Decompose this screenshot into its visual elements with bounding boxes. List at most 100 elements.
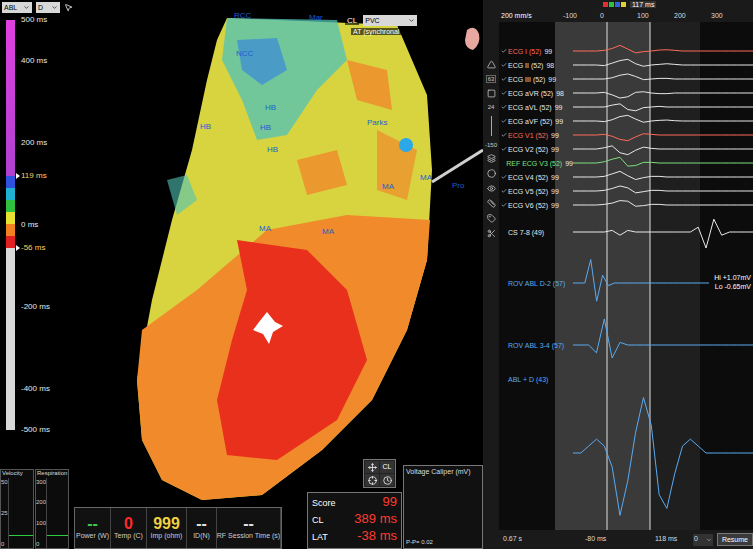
- square-icon[interactable]: [487, 89, 496, 98]
- map-label: HB: [260, 124, 271, 132]
- map-caption: CLPVC: [345, 15, 417, 26]
- scissors-icon[interactable]: [487, 229, 496, 238]
- check-icon[interactable]: [501, 202, 507, 208]
- check-icon[interactable]: [501, 132, 507, 138]
- scale-tick: -200 ms: [16, 302, 50, 312]
- traces-pane: 117 ms200 mm/s-1000100200300ECG I (52)99…: [499, 0, 753, 549]
- waveform: [573, 114, 753, 128]
- eye-icon[interactable]: [487, 184, 496, 193]
- waveform: [573, 198, 753, 212]
- view-button[interactable]: [365, 461, 379, 473]
- waveform: [573, 72, 753, 86]
- traces-footer: 0.67 s-80 ms118 ms0Resume: [499, 530, 753, 549]
- time-tick: 200: [674, 12, 711, 19]
- clock-icon: [383, 476, 392, 485]
- score-box: Score99CL389 msLAT-38 ms: [307, 492, 402, 549]
- score-row: CL389 ms: [312, 512, 397, 529]
- map-subtitle: AT (synchronal: [351, 28, 401, 35]
- ruler-icon[interactable]: [487, 199, 496, 208]
- map-label: RCC: [234, 12, 251, 20]
- score-row: Score99: [312, 495, 397, 512]
- map-label: Parks: [367, 119, 387, 127]
- chevron-icon: [23, 4, 30, 11]
- app: ABLD500 ms400 ms200 ms119 ms0 ms-56 ms-2…: [0, 0, 753, 549]
- triangle-icon[interactable]: [487, 60, 496, 69]
- check-icon[interactable]: [501, 118, 507, 124]
- marker-icon: [16, 245, 20, 251]
- trace-row: ROV ABL D-2 (57)Hi +1.07mVLo -0.65mV: [499, 252, 753, 314]
- trace-row: ECG V4 (52)99: [499, 170, 753, 184]
- chevron-icon: [706, 537, 712, 543]
- trace-row: CS 7-8 (49): [499, 212, 753, 252]
- trace-row: ECG III (52)99: [499, 72, 753, 86]
- dropdown[interactable]: PVC: [363, 15, 417, 26]
- waveform: [573, 376, 753, 530]
- circle-icon[interactable]: [487, 169, 496, 178]
- waveform: [573, 156, 753, 170]
- trace-row: ROV ABL 3-4 (57): [499, 314, 753, 376]
- ablation-cell: --ID(N): [187, 508, 217, 548]
- trace-row: ECG aVR (52)98: [499, 86, 753, 100]
- view-button[interactable]: CL: [380, 461, 394, 473]
- time-tick: 0: [600, 12, 637, 19]
- trace-row: ECG V2 (52)99: [499, 142, 753, 156]
- scale-tick: 200 ms: [16, 138, 47, 148]
- dropdown[interactable]: ABL: [2, 2, 32, 13]
- view-button[interactable]: [365, 474, 379, 486]
- move-icon: [368, 463, 377, 472]
- trace-row: REF ECG V3 (52)99: [499, 156, 753, 170]
- scale-bar: [6, 20, 15, 430]
- scale-tick: -400 ms: [16, 384, 50, 394]
- check-icon[interactable]: [501, 48, 507, 54]
- check-icon[interactable]: [501, 104, 507, 110]
- resume-button[interactable]: Resume: [717, 533, 753, 546]
- scale-tick: -56 ms: [16, 243, 45, 253]
- respiration-chart: Respiration3002001000: [35, 469, 69, 549]
- map-label: Pro: [452, 182, 464, 190]
- waveform: [573, 86, 753, 100]
- check-icon[interactable]: [501, 174, 507, 180]
- trace-row: ECG V1 (52)99: [499, 128, 753, 142]
- activation-map[interactable]: MarRCCNCCHBHBHBHBParksMAMAMAMAProCLPVCAT…: [47, 14, 483, 549]
- trace-row: ECG V5 (52)99: [499, 184, 753, 198]
- scale-tick: -500 ms: [16, 425, 50, 435]
- view-button[interactable]: [380, 474, 394, 486]
- tag-icon[interactable]: [487, 214, 496, 223]
- heart-map[interactable]: [47, 14, 483, 549]
- map-label: MA: [420, 174, 432, 182]
- map-label: MA: [382, 183, 394, 191]
- waveform: [573, 170, 753, 184]
- check-icon[interactable]: [501, 146, 507, 152]
- ablation-panel: --Power (W)0Temp (C)999Imp (ohm)--ID(N)-…: [74, 507, 282, 549]
- ablation-cell: 999Imp (ohm): [147, 508, 187, 548]
- map-label: MA: [322, 228, 334, 236]
- color-scale: 500 ms400 ms200 ms119 ms0 ms-56 ms-200 m…: [0, 14, 47, 549]
- pointer-icon[interactable]: [64, 3, 73, 12]
- view-buttons: CL: [363, 459, 396, 488]
- map-label: HB: [265, 104, 276, 112]
- check-icon[interactable]: [501, 62, 507, 68]
- time-tick: -100: [563, 12, 600, 19]
- check-icon[interactable]: [501, 76, 507, 82]
- scale-tick: 0 ms: [16, 220, 38, 230]
- waveform: [573, 44, 753, 58]
- bottom-widgets: Velocity50250Respiration3002001000--Powe…: [0, 459, 483, 549]
- trace-row: ECG aVL (52)99: [499, 100, 753, 114]
- dropdown[interactable]: D: [36, 2, 60, 13]
- time-tick: 100: [637, 12, 674, 19]
- waveform: [573, 128, 753, 142]
- waveform: [573, 212, 753, 252]
- marker-icon: [16, 173, 20, 179]
- layers-icon[interactable]: [487, 154, 496, 163]
- footer-select[interactable]: 0: [693, 534, 713, 546]
- trace-row: ECG I (52)99: [499, 44, 753, 58]
- voltage-caliper: Voltage Caliper (mV)P-P= 0.02: [403, 465, 483, 549]
- check-icon[interactable]: [501, 90, 507, 96]
- map-label: NCC: [236, 50, 253, 58]
- scale-tick: 400 ms: [16, 56, 47, 66]
- time-tick: 300: [711, 12, 748, 19]
- score-row: LAT-38 ms: [312, 529, 397, 546]
- waveform: [573, 142, 753, 156]
- check-icon[interactable]: [501, 188, 507, 194]
- trace-row: ABL + D (43): [499, 376, 753, 530]
